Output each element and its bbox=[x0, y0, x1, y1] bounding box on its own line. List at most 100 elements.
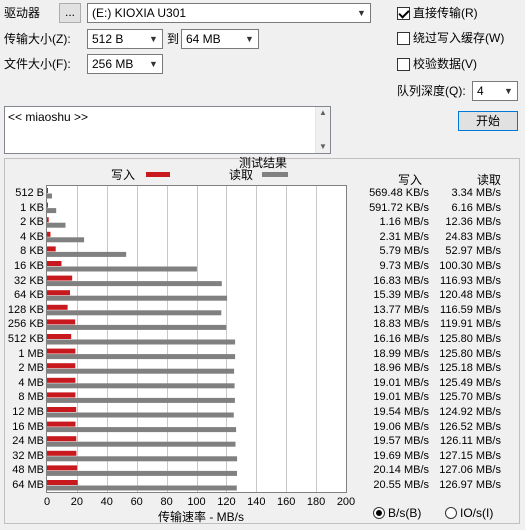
to-label: 到 bbox=[167, 32, 180, 46]
write-value: 15.39 MB/s bbox=[373, 289, 429, 302]
read-value: 125.70 MB/s bbox=[439, 391, 501, 404]
write-bar bbox=[47, 450, 77, 456]
write-bar bbox=[47, 465, 78, 471]
read-bar bbox=[47, 237, 85, 243]
drive-select-value: (E:) KIOXIA U301 bbox=[92, 6, 187, 20]
write-value: 16.16 MB/s bbox=[373, 333, 429, 345]
unit-bytes-label[interactable]: B/s(B) bbox=[388, 505, 421, 521]
write-value: 591.72 KB/s bbox=[369, 201, 429, 214]
verify-data-label[interactable]: 校验数据(V) bbox=[413, 56, 477, 72]
unit-ios-label[interactable]: IO/s(I) bbox=[460, 505, 493, 521]
y-axis-label: 32 MB bbox=[12, 449, 44, 462]
transfer-size-to-value: 64 MB bbox=[186, 32, 221, 46]
write-bar bbox=[47, 407, 77, 412]
read-value: 120.48 MB/s bbox=[439, 289, 501, 302]
chevron-down-icon: ▼ bbox=[504, 86, 513, 96]
transfer-size-from-select[interactable]: 512 B ▼ bbox=[87, 29, 163, 49]
read-value: 116.93 MB/s bbox=[440, 274, 501, 287]
write-value: 19.57 MB/s bbox=[373, 435, 429, 448]
unit-bytes-radio[interactable] bbox=[373, 507, 385, 519]
read-value: 116.59 MB/s bbox=[440, 303, 501, 316]
write-value: 2.31 MB/s bbox=[379, 230, 429, 243]
y-axis-label: 8 MB bbox=[18, 391, 44, 404]
x-tick-label: 80 bbox=[160, 496, 173, 508]
read-bar bbox=[47, 485, 237, 491]
read-bar bbox=[47, 222, 66, 228]
chart-plot-area bbox=[46, 185, 347, 493]
read-value: 126.52 MB/s bbox=[439, 420, 501, 433]
legend-write-swatch bbox=[146, 172, 170, 177]
write-bar bbox=[47, 363, 76, 369]
y-axis-label: 16 MB bbox=[12, 420, 44, 433]
y-axis-label: 2 MB bbox=[18, 362, 44, 375]
queue-depth-label: 队列深度(Q): bbox=[397, 84, 466, 98]
legend-read-swatch bbox=[262, 172, 288, 177]
y-axis-label: 48 MB bbox=[12, 464, 44, 477]
x-tick-label: 140 bbox=[247, 496, 266, 508]
unit-ios-radio[interactable] bbox=[445, 507, 457, 519]
write-bar bbox=[47, 275, 73, 281]
y-axis-label: 12 MB bbox=[12, 406, 44, 418]
read-value: 124.92 MB/s bbox=[439, 406, 501, 418]
read-value: 127.06 MB/s bbox=[439, 464, 501, 477]
scroll-up-icon[interactable]: ▲ bbox=[316, 107, 330, 119]
browse-button[interactable]: ... bbox=[59, 3, 81, 23]
write-bar bbox=[47, 217, 49, 223]
read-bar bbox=[47, 310, 222, 316]
description-textarea[interactable]: << miaoshu >> ▲ ▼ bbox=[4, 106, 331, 154]
x-tick-label: 180 bbox=[306, 496, 326, 508]
y-axis-label: 24 MB bbox=[12, 435, 44, 448]
chevron-down-icon: ▼ bbox=[357, 8, 366, 18]
read-value: 6.16 MB/s bbox=[451, 201, 501, 214]
y-axis-label: 8 KB bbox=[20, 245, 44, 258]
read-value: 126.97 MB/s bbox=[439, 479, 501, 491]
y-axis-label: 256 KB bbox=[7, 318, 44, 331]
chart-svg bbox=[47, 186, 317, 492]
scroll-down-icon[interactable]: ▼ bbox=[316, 141, 330, 153]
y-axis-label: 512 KB bbox=[7, 333, 44, 345]
read-bar bbox=[47, 266, 197, 272]
verify-data-checkbox[interactable] bbox=[397, 58, 410, 71]
write-value: 569.48 KB/s bbox=[369, 187, 429, 199]
read-bar bbox=[47, 368, 235, 374]
write-value: 19.01 MB/s bbox=[373, 391, 429, 404]
y-axis-label: 512 B bbox=[15, 187, 44, 199]
transfer-size-from-value: 512 B bbox=[92, 32, 124, 46]
description-scrollbar[interactable]: ▲ ▼ bbox=[315, 107, 330, 153]
start-button[interactable]: 开始 bbox=[458, 111, 518, 131]
direct-transfer-label[interactable]: 直接传输(R) bbox=[413, 5, 478, 21]
direct-transfer-checkbox[interactable] bbox=[397, 7, 410, 20]
write-bar bbox=[47, 261, 62, 266]
read-bar bbox=[47, 324, 227, 330]
read-bar bbox=[47, 397, 235, 403]
y-axis-label: 2 KB bbox=[20, 216, 44, 229]
read-bar bbox=[47, 456, 238, 462]
write-value: 16.83 MB/s bbox=[373, 274, 429, 287]
file-size-select[interactable]: 256 MB ▼ bbox=[87, 54, 163, 74]
transfer-size-label: 传输大小(Z): bbox=[4, 32, 71, 46]
write-bar bbox=[47, 202, 48, 208]
y-axis-label: 64 MB bbox=[12, 479, 44, 491]
write-value: 9.73 MB/s bbox=[379, 260, 429, 272]
y-axis-label: 16 KB bbox=[14, 260, 44, 272]
read-value: 24.83 MB/s bbox=[445, 230, 501, 243]
read-bar bbox=[47, 339, 236, 345]
y-axis-label: 128 KB bbox=[7, 303, 44, 316]
bypass-cache-label[interactable]: 绕过写入缓存(W) bbox=[413, 30, 504, 46]
write-value: 19.54 MB/s bbox=[373, 406, 429, 418]
drive-select[interactable]: (E:) KIOXIA U301 ▼ bbox=[87, 3, 371, 23]
bypass-cache-checkbox[interactable] bbox=[397, 32, 410, 45]
read-bar bbox=[47, 251, 127, 257]
write-value: 18.83 MB/s bbox=[373, 318, 429, 331]
write-bar bbox=[47, 188, 48, 193]
write-bar bbox=[47, 290, 70, 296]
chevron-down-icon: ▼ bbox=[245, 34, 254, 44]
transfer-size-to-select[interactable]: 64 MB ▼ bbox=[181, 29, 259, 49]
x-tick-label: 0 bbox=[43, 496, 51, 508]
x-tick-label: 60 bbox=[130, 496, 143, 508]
x-tick-label: 120 bbox=[217, 496, 236, 508]
read-value: 52.97 MB/s bbox=[445, 245, 501, 258]
write-value: 20.14 MB/s bbox=[373, 464, 429, 477]
write-bar bbox=[47, 334, 72, 339]
queue-depth-select[interactable]: 4 ▼ bbox=[472, 81, 518, 101]
